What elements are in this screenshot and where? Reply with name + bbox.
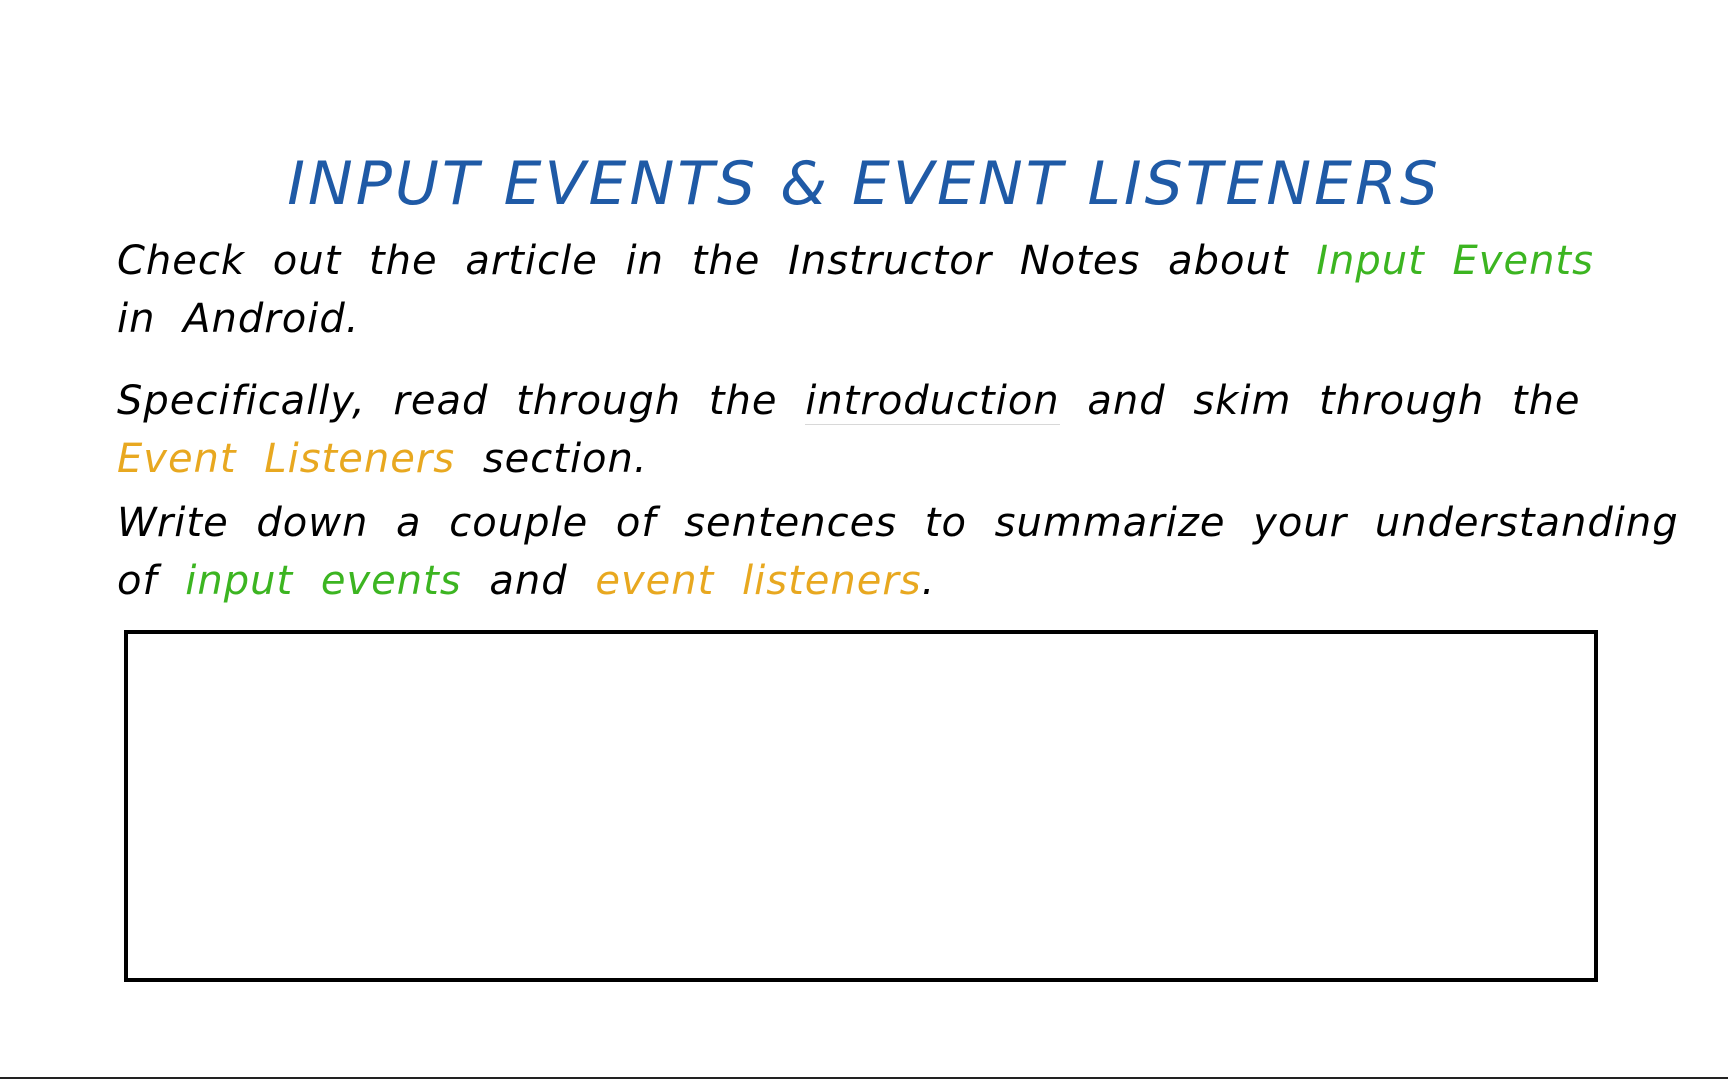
paragraph-2-text-a: Specifically, read through the [117, 378, 778, 424]
introduction-link[interactable]: introduction [805, 378, 1060, 425]
paragraph-3-line-2: of input events and event listeners. [117, 552, 1597, 610]
instruction-paragraph-1: Check out the article in the Instructor … [117, 232, 1597, 348]
paragraph-3-period: . [921, 558, 936, 604]
input-events-highlight: Input Events [1316, 238, 1594, 284]
paragraph-2-text-b: and skim through the [1087, 378, 1581, 424]
instruction-paragraph-3: Write down a couple of sentences to summ… [117, 494, 1679, 610]
paragraph-1-line-2: in Android. [117, 296, 360, 342]
paragraph-1-text: Check out the article in the Instructor … [117, 238, 1289, 284]
paragraph-3-text-a: of [117, 558, 158, 604]
bottom-divider [0, 1077, 1728, 1079]
event-listeners-highlight: Event Listeners [117, 436, 456, 482]
event-listeners-term: event listeners [595, 558, 922, 604]
paragraph-3-line-1: Write down a couple of sentences to summ… [117, 500, 1679, 546]
paragraph-3-text-b: and [489, 558, 568, 604]
paragraph-1-line-1: Check out the article in the Instructor … [117, 232, 1597, 290]
paragraph-2-text-c: section. [482, 436, 648, 482]
answer-text-area[interactable] [124, 630, 1598, 982]
paragraph-2-line-1: Specifically, read through the introduct… [117, 372, 1597, 430]
paragraph-2-line-2: Event Listeners section. [117, 430, 1597, 488]
instruction-paragraph-2: Specifically, read through the introduct… [117, 372, 1597, 488]
input-events-term: input events [185, 558, 462, 604]
page-title: INPUT EVENTS & EVENT LISTENERS [287, 149, 1441, 219]
